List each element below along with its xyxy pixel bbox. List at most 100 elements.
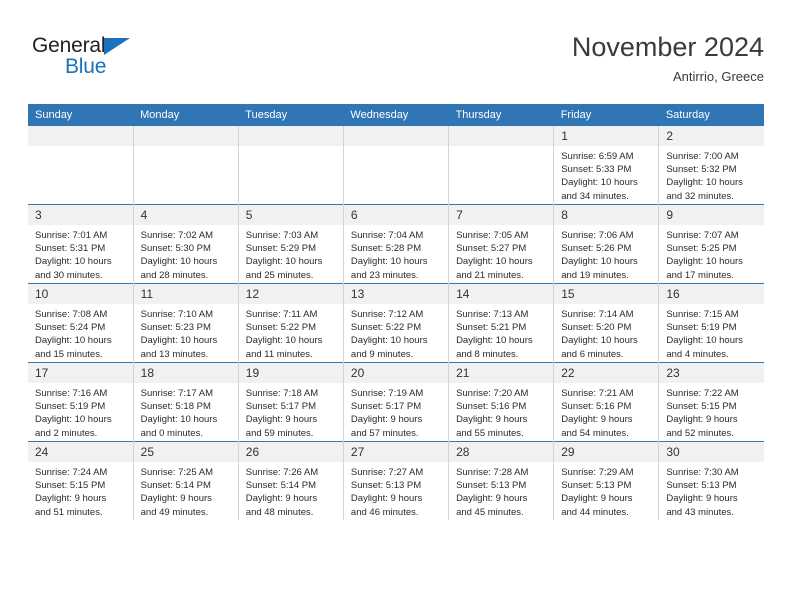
day-details: Sunrise: 7:14 AM Sunset: 5:20 PM Daylight:… [554, 304, 658, 361]
daylight-text-line1: Daylight: 9 hours [35, 493, 107, 505]
sunrise-text: Sunrise: 7:13 AM [456, 309, 529, 320]
day-number: 26 [238, 442, 343, 462]
sunrise-text: Sunrise: 7:11 AM [245, 309, 318, 320]
calendar-day-cell[interactable]: 3 Sunrise: 7:01 AM Sunset: 5:31 PM Daylight… [28, 204, 134, 284]
day-number: 29 [554, 442, 659, 462]
calendar-day-cell[interactable]: 18 Sunrise: 7:17 AM Sunset: 5:18 PM Dayligh… [133, 362, 239, 442]
calendar-day-cell[interactable]: 12 Sunrise: 7:11 AM Sunset: 5:22 PM Dayligh… [238, 283, 344, 363]
daylight-text-line2: and 19 minutes. [561, 269, 629, 281]
weekday-header-sunday: Sunday [28, 104, 134, 126]
calendar-body: 1 Sunrise: 6:59 AM Sunset: 5:33 PM Daylight… [28, 126, 764, 520]
calendar-day-cell[interactable]: 16 Sunrise: 7:15 AM Sunset: 5:19 PM Dayligh… [658, 283, 764, 363]
daylight-text-line1: Daylight: 10 hours [561, 177, 638, 189]
calendar-day-cell[interactable]: 9 Sunrise: 7:07 AM Sunset: 5:25 PM Daylight… [658, 204, 764, 284]
daylight-text-line2: and 21 minutes. [456, 269, 524, 281]
calendar-day-cell[interactable]: 10 Sunrise: 7:08 AM Sunset: 5:24 PM Dayligh… [28, 283, 134, 363]
day-number: 17 [28, 363, 133, 383]
day-details: Sunrise: 7:24 AM Sunset: 5:15 PM Daylight:… [28, 462, 133, 519]
day-number [449, 126, 554, 146]
daylight-text-line2: and 45 minutes. [456, 506, 524, 518]
daylight-text-line1: Daylight: 10 hours [35, 256, 112, 268]
calendar-day-cell[interactable]: 26 Sunrise: 7:26 AM Sunset: 5:14 PM Dayligh… [238, 441, 344, 520]
day-details: Sunrise: 7:16 AM Sunset: 5:19 PM Daylight:… [28, 383, 133, 440]
day-number: 14 [449, 284, 554, 304]
calendar-day-cell[interactable]: 8 Sunrise: 7:06 AM Sunset: 5:26 PM Daylight… [553, 204, 660, 284]
day-details: Sunrise: 7:04 AM Sunset: 5:28 PM Daylight:… [344, 225, 448, 282]
daylight-text-line2: and 25 minutes. [245, 269, 314, 281]
calendar-day-cell[interactable]: 1 Sunrise: 6:59 AM Sunset: 5:33 PM Daylight… [553, 126, 660, 205]
calendar-day-cell[interactable]: 29 Sunrise: 7:29 AM Sunset: 5:13 PM Dayligh… [553, 441, 660, 520]
daylight-text-line1: Daylight: 10 hours [35, 335, 112, 347]
daylight-text-line2: and 15 minutes. [35, 348, 103, 360]
sunset-text: Sunset: 5:23 PM [140, 322, 211, 334]
calendar-day-cell[interactable]: 17 Sunrise: 7:16 AM Sunset: 5:19 PM Dayligh… [28, 362, 134, 442]
day-number: 9 [659, 205, 764, 225]
daylight-text-line2: and 49 minutes. [140, 506, 209, 518]
day-number: 25 [133, 442, 238, 462]
sunrise-text: Sunrise: 7:04 AM [350, 230, 424, 241]
day-number: 13 [343, 284, 449, 304]
day-number [133, 126, 238, 146]
calendar-day-cell[interactable]: 11 Sunrise: 7:10 AM Sunset: 5:23 PM Dayligh… [133, 283, 239, 363]
day-details: Sunrise: 7:07 AM Sunset: 5:25 PM Daylight:… [659, 225, 764, 282]
calendar-day-cell[interactable]: 22 Sunrise: 7:21 AM Sunset: 5:16 PM Dayligh… [553, 362, 660, 442]
calendar-cell-empty [133, 126, 239, 205]
sunset-text: Sunset: 5:19 PM [35, 401, 106, 413]
sunset-text: Sunset: 5:26 PM [561, 243, 632, 255]
calendar-day-cell[interactable]: 27 Sunrise: 7:27 AM Sunset: 5:13 PM Dayligh… [343, 441, 450, 520]
brand-logo[interactable]: General Blue [32, 34, 162, 82]
day-details: Sunrise: 7:18 AM Sunset: 5:17 PM Daylight:… [239, 383, 343, 440]
day-details: Sunrise: 7:21 AM Sunset: 5:16 PM Daylight:… [554, 383, 658, 440]
day-number [343, 126, 449, 146]
daylight-text-line2: and 17 minutes. [666, 269, 734, 281]
page-header: General Blue November 2024 Antirrio, Gre… [28, 30, 764, 92]
daylight-text-line1: Daylight: 9 hours [350, 493, 423, 505]
day-number: 6 [343, 205, 449, 225]
daylight-text-line1: Daylight: 10 hours [245, 256, 323, 268]
calendar-day-cell[interactable]: 25 Sunrise: 7:25 AM Sunset: 5:14 PM Dayligh… [133, 441, 239, 520]
calendar-day-cell[interactable]: 28 Sunrise: 7:28 AM Sunset: 5:13 PM Dayligh… [448, 441, 555, 520]
day-details: Sunrise: 7:05 AM Sunset: 5:27 PM Daylight:… [449, 225, 553, 282]
day-number: 3 [28, 205, 133, 225]
calendar-week-row: 1 Sunrise: 6:59 AM Sunset: 5:33 PM Daylight… [28, 126, 764, 205]
calendar-day-cell[interactable]: 30 Sunrise: 7:30 AM Sunset: 5:13 PM Dayligh… [658, 441, 764, 520]
daylight-text-line2: and 9 minutes. [350, 348, 414, 360]
day-details: Sunrise: 7:03 AM Sunset: 5:29 PM Daylight:… [239, 225, 343, 282]
calendar-day-cell[interactable]: 20 Sunrise: 7:19 AM Sunset: 5:17 PM Dayligh… [343, 362, 450, 442]
calendar-day-cell[interactable]: 13 Sunrise: 7:12 AM Sunset: 5:22 PM Dayligh… [343, 283, 450, 363]
sunrise-text: Sunrise: 7:12 AM [350, 309, 424, 320]
sunrise-text: Sunrise: 7:24 AM [35, 467, 108, 478]
calendar-page: General Blue November 2024 Antirrio, Gre… [0, 0, 792, 612]
calendar-day-cell[interactable]: 14 Sunrise: 7:13 AM Sunset: 5:21 PM Dayligh… [448, 283, 555, 363]
daylight-text-line2: and 32 minutes. [666, 190, 734, 202]
calendar-day-cell[interactable]: 15 Sunrise: 7:14 AM Sunset: 5:20 PM Dayligh… [553, 283, 660, 363]
calendar-day-cell[interactable]: 24 Sunrise: 7:24 AM Sunset: 5:15 PM Dayligh… [28, 441, 134, 520]
weekday-header-friday: Friday [553, 104, 659, 126]
calendar-day-cell[interactable]: 6 Sunrise: 7:04 AM Sunset: 5:28 PM Daylight… [343, 204, 450, 284]
day-details: Sunrise: 7:26 AM Sunset: 5:14 PM Daylight:… [239, 462, 343, 519]
day-number: 4 [133, 205, 238, 225]
sunset-text: Sunset: 5:13 PM [561, 480, 632, 492]
calendar-day-cell[interactable]: 5 Sunrise: 7:03 AM Sunset: 5:29 PM Daylight… [238, 204, 344, 284]
calendar-day-cell[interactable]: 4 Sunrise: 7:02 AM Sunset: 5:30 PM Daylight… [133, 204, 239, 284]
sunrise-text: Sunrise: 7:06 AM [561, 230, 634, 241]
daylight-text-line2: and 43 minutes. [666, 506, 734, 518]
day-number: 1 [554, 126, 659, 146]
daylight-text-line2: and 46 minutes. [350, 506, 419, 518]
day-details: Sunrise: 7:08 AM Sunset: 5:24 PM Daylight:… [28, 304, 133, 361]
sunset-text: Sunset: 5:15 PM [35, 480, 106, 492]
calendar-table: Sunday Monday Tuesday Wednesday Thursday… [28, 104, 764, 520]
calendar-day-cell[interactable]: 21 Sunrise: 7:20 AM Sunset: 5:16 PM Dayligh… [448, 362, 555, 442]
weekday-header-saturday: Saturday [658, 104, 764, 126]
calendar-day-cell[interactable]: 2 Sunrise: 7:00 AM Sunset: 5:32 PM Daylight… [658, 126, 764, 205]
day-number [28, 126, 133, 146]
day-number: 22 [554, 363, 659, 383]
calendar-cell-empty [28, 126, 134, 205]
day-details: Sunrise: 7:30 AM Sunset: 5:13 PM Daylight:… [659, 462, 764, 519]
day-details: Sunrise: 7:10 AM Sunset: 5:23 PM Daylight:… [134, 304, 238, 361]
calendar-day-cell[interactable]: 7 Sunrise: 7:05 AM Sunset: 5:27 PM Daylight… [448, 204, 555, 284]
sunset-text: Sunset: 5:29 PM [245, 243, 317, 255]
sunrise-text: Sunrise: 7:26 AM [245, 467, 319, 478]
calendar-day-cell[interactable]: 23 Sunrise: 7:22 AM Sunset: 5:15 PM Dayligh… [658, 362, 764, 442]
calendar-day-cell[interactable]: 19 Sunrise: 7:18 AM Sunset: 5:17 PM Dayligh… [238, 362, 344, 442]
